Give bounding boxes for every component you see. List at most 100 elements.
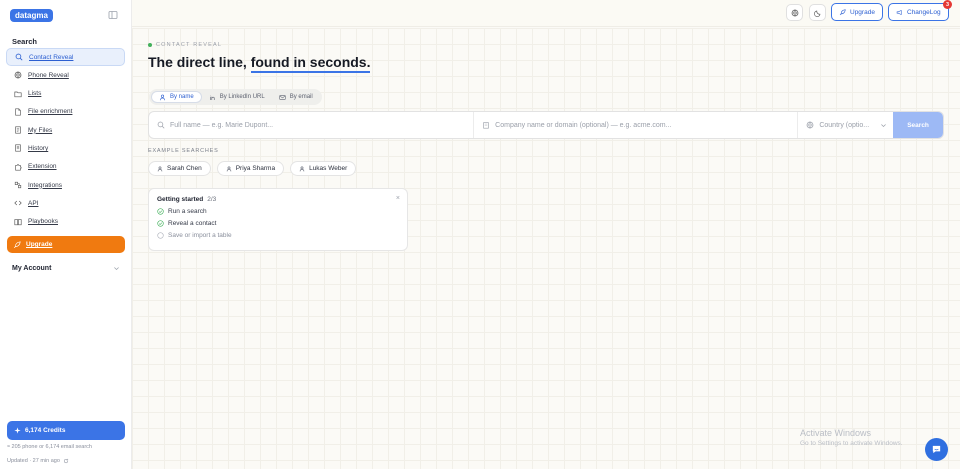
rocket-icon bbox=[13, 240, 21, 248]
sidebar-item-api[interactable]: API bbox=[6, 194, 125, 212]
sidebar: datagma Search Contact Reveal Phone Reve… bbox=[0, 0, 132, 469]
example-chip-lukas-weber[interactable]: Lukas Weber bbox=[290, 161, 357, 176]
sidebar-item-my-files[interactable]: My Files bbox=[6, 121, 125, 139]
sidebar-item-label: Contact Reveal bbox=[29, 53, 74, 61]
sidebar-item-history[interactable]: History bbox=[6, 139, 125, 157]
sidebar-item-playbooks[interactable]: Playbooks bbox=[6, 213, 125, 231]
full-name-placeholder: Full name — e.g. Marie Dupont... bbox=[170, 121, 274, 129]
sidebar-item-label: Extension bbox=[28, 163, 57, 171]
example-searches-label: EXAMPLE SEARCHES bbox=[148, 148, 219, 154]
integrations-icon bbox=[14, 181, 22, 189]
language-button[interactable] bbox=[786, 4, 803, 21]
user-icon bbox=[226, 166, 231, 171]
check-circle-icon bbox=[157, 220, 164, 227]
page-title: The direct line, found in seconds. bbox=[148, 54, 371, 73]
my-account-label: My Account bbox=[12, 265, 52, 272]
country-select[interactable]: Country (optio... bbox=[798, 112, 893, 138]
step-label: Save or import a table bbox=[168, 232, 232, 239]
linkedin-icon bbox=[209, 95, 215, 100]
chevron-down-icon bbox=[114, 267, 119, 271]
folder-icon bbox=[14, 91, 22, 97]
company-input[interactable]: Company name or domain (optional) — e.g.… bbox=[474, 112, 799, 138]
country-select-value: Country (optio... bbox=[806, 121, 869, 129]
my-account-toggle[interactable]: My Account bbox=[12, 265, 120, 272]
code-icon bbox=[14, 201, 22, 206]
step-run-search: Run a search bbox=[157, 208, 399, 215]
chip-label: Priya Sharma bbox=[235, 165, 276, 172]
file-icon bbox=[15, 108, 21, 116]
search-section-label: Search bbox=[12, 37, 38, 46]
getting-started-title-text: Getting started bbox=[157, 196, 204, 203]
globe-icon bbox=[791, 9, 798, 16]
example-searches: Sarah Chen Priya Sharma Lukas Weber bbox=[148, 161, 362, 176]
book-icon bbox=[14, 218, 22, 225]
sidebar-item-phone-reveal[interactable]: Phone Reveal bbox=[6, 66, 125, 84]
topbar-upgrade-button[interactable]: Upgrade bbox=[831, 3, 883, 21]
chat-icon bbox=[932, 445, 941, 454]
sidebar-item-label: Playbooks bbox=[28, 218, 58, 226]
puzzle-icon bbox=[15, 164, 22, 171]
step-save-import-table[interactable]: Save or import a table bbox=[157, 232, 399, 239]
moon-icon bbox=[813, 10, 820, 17]
globe-icon bbox=[806, 121, 814, 129]
sidebar-item-lists[interactable]: Lists bbox=[6, 85, 125, 103]
step-reveal-contact: Reveal a contact bbox=[157, 220, 399, 227]
history-icon bbox=[15, 144, 21, 153]
search-icon bbox=[15, 53, 23, 61]
chevron-down-icon bbox=[881, 123, 886, 127]
user-icon bbox=[299, 166, 305, 171]
refresh-icon[interactable] bbox=[63, 458, 69, 464]
sidebar-collapse-icon[interactable] bbox=[108, 10, 118, 20]
eyebrow-label: CONTACT REVEAL bbox=[156, 42, 223, 48]
building-icon bbox=[483, 122, 489, 129]
support-chat-button[interactable] bbox=[925, 438, 948, 461]
contact-search-bar: Full name — e.g. Marie Dupont... Company… bbox=[148, 111, 944, 139]
globe-icon bbox=[14, 71, 22, 79]
sidebar-item-file-enrichment[interactable]: File enrichment bbox=[6, 103, 125, 121]
changelog-button[interactable]: ChangeLog bbox=[888, 3, 949, 21]
tab-by-linkedin-url[interactable]: By LinkedIn URL bbox=[202, 91, 272, 103]
tab-by-name[interactable]: By name bbox=[151, 91, 202, 103]
full-name-input[interactable]: Full name — e.g. Marie Dupont... bbox=[149, 112, 475, 138]
topbar-upgrade-label: Upgrade bbox=[850, 8, 875, 16]
sidebar-item-label: API bbox=[28, 199, 39, 207]
getting-started-progress: 2/3 bbox=[207, 196, 217, 203]
tab-label: By name bbox=[170, 94, 194, 100]
tab-label: By email bbox=[289, 94, 313, 100]
sparkle-icon bbox=[14, 427, 21, 434]
search-button[interactable]: Search bbox=[893, 112, 943, 138]
chip-label: Lukas Weber bbox=[309, 165, 348, 172]
sidebar-item-contact-reveal[interactable]: Contact Reveal bbox=[6, 48, 125, 66]
watermark-subtitle: Go to Settings to activate Windows. bbox=[800, 440, 903, 447]
credits-label: 6,174 Credits bbox=[25, 427, 66, 434]
page-eyebrow: CONTACT REVEAL bbox=[148, 42, 222, 48]
windows-activation-watermark: Activate Windows Go to Settings to activ… bbox=[800, 428, 903, 447]
megaphone-icon bbox=[896, 9, 902, 15]
sidebar-item-extension[interactable]: Extension bbox=[6, 158, 125, 176]
updated-label: Updated · 27 min ago bbox=[7, 458, 60, 464]
close-icon[interactable]: × bbox=[396, 195, 400, 202]
user-icon bbox=[157, 166, 163, 171]
step-label: Reveal a contact bbox=[168, 220, 217, 227]
status-dot bbox=[148, 43, 152, 47]
company-placeholder: Company name or domain (optional) — e.g.… bbox=[495, 121, 672, 129]
search-mode-tabs: By name By LinkedIn URL By email bbox=[149, 89, 322, 105]
sidebar-item-label: Phone Reveal bbox=[28, 71, 69, 79]
example-chip-priya-sharma[interactable]: Priya Sharma bbox=[216, 161, 285, 176]
sidebar-item-label: Integrations bbox=[28, 181, 62, 189]
mail-icon bbox=[279, 94, 286, 100]
changelog-label: ChangeLog bbox=[907, 8, 941, 16]
step-label: Run a search bbox=[168, 208, 207, 215]
user-icon bbox=[159, 94, 166, 100]
sidebar-item-label: Lists bbox=[28, 90, 42, 98]
datagma-logo[interactable]: datagma bbox=[10, 9, 53, 22]
theme-toggle-button[interactable] bbox=[809, 4, 826, 21]
credits-button[interactable]: 6,174 Credits bbox=[7, 421, 125, 440]
document-icon bbox=[15, 126, 21, 134]
example-chip-sarah-chen[interactable]: Sarah Chen bbox=[148, 161, 211, 176]
credits-updated: Updated · 27 min ago bbox=[7, 458, 69, 464]
sidebar-upgrade-button[interactable]: Upgrade bbox=[7, 236, 125, 253]
sidebar-item-integrations[interactable]: Integrations bbox=[6, 176, 125, 194]
tab-by-email[interactable]: By email bbox=[272, 91, 320, 103]
changelog-badge: 3 bbox=[943, 0, 952, 9]
